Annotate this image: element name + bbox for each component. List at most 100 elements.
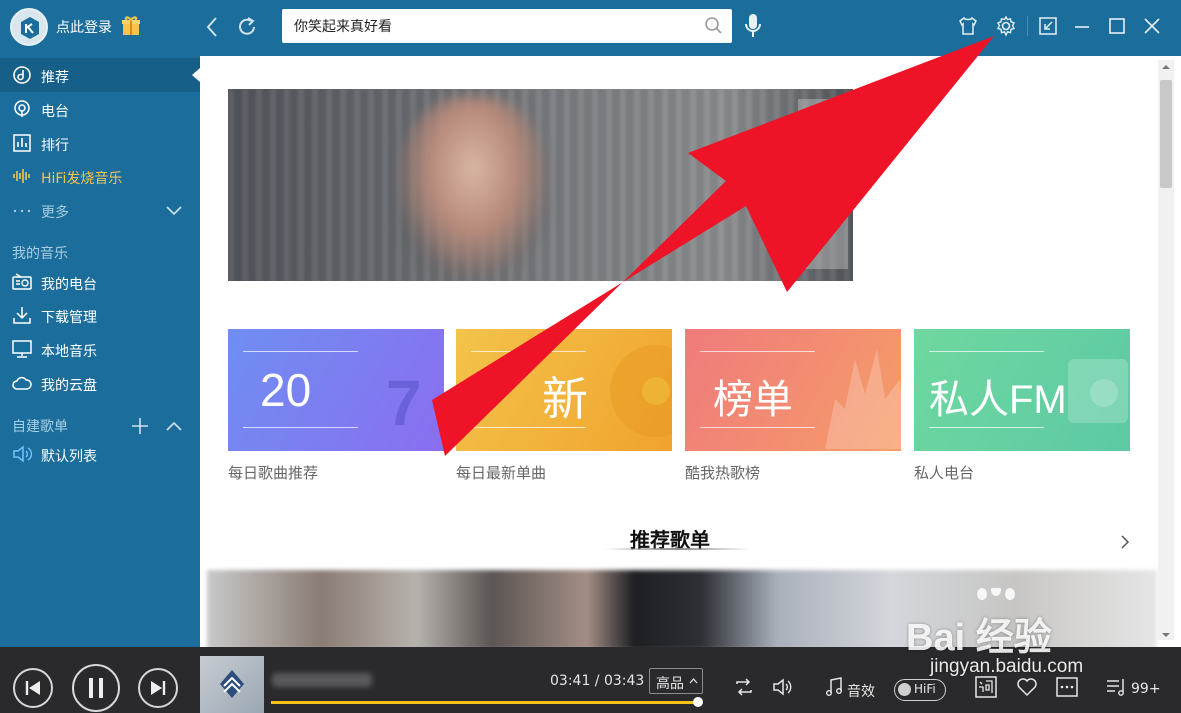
- download-icon: [13, 307, 31, 324]
- hifi-toggle[interactable]: HiFi: [894, 679, 946, 701]
- vinyl-record-icon: [610, 345, 672, 437]
- card-daily-new-songs[interactable]: 新: [456, 329, 672, 451]
- sidebar-item-local-music[interactable]: 本地音乐: [0, 332, 200, 366]
- hifi-toggle-label: HiFi: [914, 682, 936, 696]
- card-personal-fm[interactable]: 私人FM: [914, 329, 1130, 451]
- sidebar-item-label: 本地音乐: [41, 344, 97, 360]
- queue-count: 99+: [1131, 681, 1161, 697]
- add-playlist-icon[interactable]: [130, 416, 150, 436]
- radio-device-icon: [1068, 359, 1128, 423]
- scrollbar[interactable]: [1158, 60, 1174, 640]
- settings-gear-icon[interactable]: [994, 14, 1018, 38]
- sidebar-item-label: 我的电台: [41, 277, 97, 293]
- card-daily-recommend[interactable]: 20 7: [228, 329, 444, 451]
- sidebar-item-hifi[interactable]: HiFi发烧音乐: [0, 159, 200, 193]
- sidebar-item-label: 下载管理: [41, 310, 97, 326]
- skin-shirt-icon[interactable]: [956, 14, 980, 38]
- sidebar-item-cloud[interactable]: 我的云盘: [0, 366, 200, 400]
- card-title: 榜单: [713, 378, 793, 422]
- chevron-down-icon[interactable]: [164, 203, 184, 217]
- card-line: [471, 427, 586, 428]
- album-art-icon: [220, 670, 244, 698]
- card-decoration: 7: [386, 367, 422, 439]
- speaker-icon: [13, 445, 32, 463]
- back-arrow-icon[interactable]: [200, 14, 226, 40]
- progress-bar[interactable]: [271, 697, 703, 707]
- volume-icon[interactable]: [771, 675, 795, 699]
- svg-text:7: 7: [386, 367, 422, 439]
- card-title: 私人FM: [929, 378, 1067, 422]
- monitor-icon: [12, 340, 32, 358]
- sidebar-item-label: 排行: [41, 138, 69, 154]
- card-caption[interactable]: 每日歌曲推荐: [228, 462, 318, 483]
- search-input[interactable]: [294, 9, 694, 43]
- waveform-icon: [13, 169, 30, 183]
- chevron-right-icon[interactable]: [1118, 534, 1132, 550]
- login-link[interactable]: 点此登录: [56, 17, 112, 37]
- banner-side-panel: [798, 99, 848, 269]
- sidebar-item-recommend[interactable]: 推荐: [0, 58, 200, 92]
- scrollbar-thumb[interactable]: [1160, 80, 1172, 188]
- sidebar-item-label: 电台: [41, 104, 69, 120]
- card-caption[interactable]: 酷我热歌榜: [685, 462, 760, 483]
- loop-mode-icon[interactable]: [732, 675, 756, 699]
- music-note-icon[interactable]: [822, 675, 846, 699]
- sidebar-item-default-list[interactable]: 默认列表: [0, 437, 200, 471]
- more-options-icon[interactable]: [1055, 675, 1079, 699]
- song-title-blurred[interactable]: [272, 673, 372, 687]
- refresh-icon[interactable]: [234, 14, 260, 40]
- window-separator: [1027, 16, 1028, 36]
- banner-carousel[interactable]: [228, 89, 853, 281]
- radio-icon: [14, 100, 30, 117]
- quality-select[interactable]: 高品: [649, 668, 703, 694]
- scroll-up-icon[interactable]: [1161, 62, 1171, 72]
- pause-icon: [89, 678, 103, 698]
- card-line: [929, 427, 1044, 428]
- next-icon: [151, 681, 166, 695]
- close-icon[interactable]: [1140, 14, 1164, 38]
- card-caption[interactable]: 每日最新单曲: [456, 462, 546, 483]
- card-line: [700, 351, 815, 352]
- watermark-url: jingyan.baidu.com: [930, 656, 1084, 677]
- progress-handle[interactable]: [692, 697, 703, 707]
- search-box: [282, 9, 732, 43]
- watermark-brand: Bai 经验: [906, 617, 1052, 659]
- card-title: 20: [260, 364, 312, 416]
- banner-photo: [398, 97, 548, 277]
- card-line: [243, 427, 358, 428]
- search-icon[interactable]: [704, 16, 724, 36]
- sidebar: 推荐 电台 排行 HiFi发烧音乐 更多 我的音乐 我的电台 下载管理 本地音乐…: [0, 56, 200, 647]
- next-button[interactable]: [138, 668, 178, 708]
- main-content: 20 7 每日歌曲推荐 新 每日最新单曲 榜单 酷我热歌榜 私人FM 私人电台: [200, 56, 1181, 647]
- sidebar-item-my-radio[interactable]: 我的电台: [0, 265, 200, 299]
- dots-icon: [13, 209, 31, 213]
- card-caption[interactable]: 私人电台: [914, 462, 974, 483]
- heart-icon[interactable]: [1015, 675, 1039, 699]
- play-time: 03:41 / 03:43: [550, 673, 645, 689]
- microphone-icon[interactable]: [742, 11, 764, 41]
- sidebar-item-label: 推荐: [41, 70, 69, 86]
- maximize-icon[interactable]: [1105, 14, 1129, 38]
- minimize-icon[interactable]: [1070, 14, 1094, 38]
- gift-icon[interactable]: [121, 14, 141, 36]
- card-hot-chart[interactable]: 榜单: [685, 329, 901, 451]
- my-music-heading: 我的音乐: [12, 246, 68, 262]
- scroll-down-icon[interactable]: [1161, 630, 1171, 640]
- mini-mode-icon[interactable]: [1036, 14, 1060, 38]
- sidebar-item-ranking[interactable]: 排行: [0, 126, 200, 160]
- chevron-up-icon[interactable]: [164, 418, 184, 434]
- card-line: [243, 351, 358, 352]
- lyrics-icon[interactable]: [974, 675, 998, 699]
- playlists-heading: 自建歌单: [12, 419, 68, 435]
- progress-fill: [271, 701, 698, 704]
- sidebar-item-radio[interactable]: 电台: [0, 92, 200, 126]
- previous-button[interactable]: [13, 668, 53, 708]
- album-cover[interactable]: [200, 656, 264, 713]
- effects-label[interactable]: 音效: [847, 681, 875, 701]
- pause-button[interactable]: [72, 664, 120, 712]
- kuwo-logo-icon: [21, 17, 39, 39]
- avatar[interactable]: [10, 8, 48, 46]
- card-line: [929, 351, 1044, 352]
- playlist-queue-icon[interactable]: [1105, 675, 1129, 699]
- sidebar-item-downloads[interactable]: 下载管理: [0, 298, 200, 332]
